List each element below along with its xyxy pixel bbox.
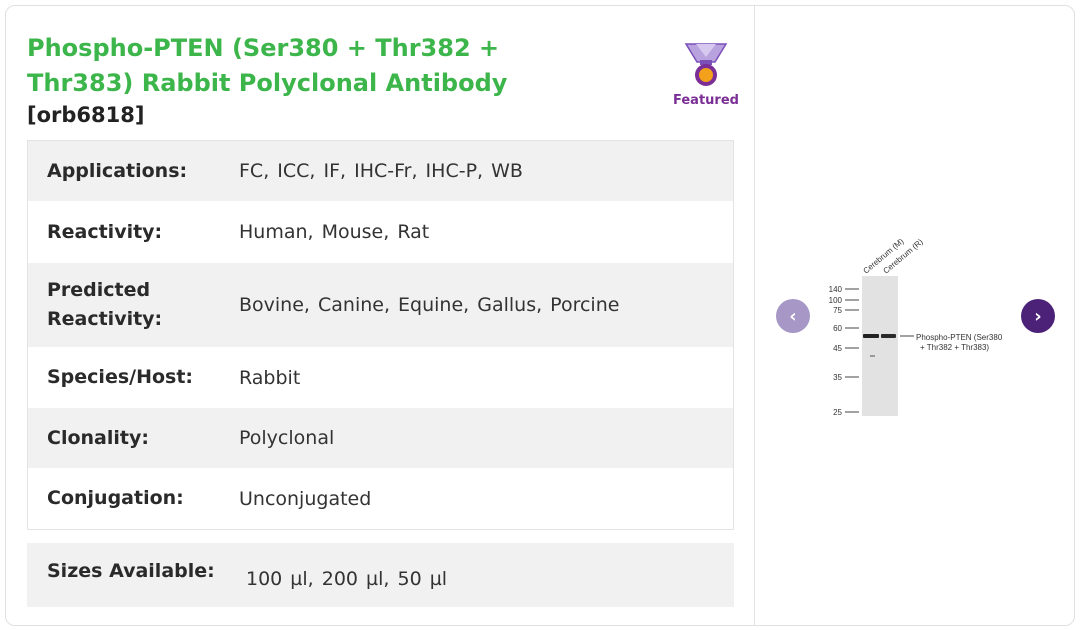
spec-row-species-host: Species/Host: Rabbit [28, 348, 733, 408]
marker-label: 45 [833, 344, 842, 353]
spec-value: Human, Mouse, Rat [239, 221, 430, 243]
marker-label: 100 [829, 296, 843, 305]
gallery-prev-button[interactable]: ‹ [776, 299, 810, 333]
spec-label: Species/Host: [47, 366, 194, 388]
spec-row-conjugation: Conjugation: Unconjugated [28, 469, 733, 529]
blot-band [881, 334, 896, 338]
spec-label: Reactivity: [47, 220, 163, 243]
blot-band-faint [870, 355, 875, 357]
blot-band [863, 334, 879, 338]
spec-value: Bovine, Canine, Equine, Gallus, Porcine [239, 294, 620, 316]
marker-label: 25 [833, 408, 842, 417]
spec-label: Applications: [47, 159, 188, 182]
blot-membrane [862, 276, 898, 416]
chevron-left-icon: ‹ [789, 305, 797, 327]
product-sku: [orb6818] [27, 103, 145, 127]
spec-value: Polyclonal [239, 427, 335, 449]
spec-row-clonality: Clonality: Polyclonal [28, 408, 733, 469]
medal-icon [684, 43, 728, 86]
spec-label: Conjugation: [47, 487, 184, 509]
spec-label: Predicted Reactivity: [47, 279, 163, 330]
marker-label: 60 [833, 324, 842, 333]
marker-label: 140 [829, 285, 843, 294]
marker-label: 75 [833, 306, 842, 315]
spec-table: Applications: FC, ICC, IF, IHC-Fr, IHC-P… [27, 140, 734, 530]
spec-row-applications: Applications: FC, ICC, IF, IHC-Fr, IHC-P… [28, 141, 733, 202]
marker-label: 35 [833, 373, 842, 382]
spec-row-predicted-reactivity: Predicted Reactivity: Bovine, Canine, Eq… [28, 263, 733, 348]
sizes-label: Sizes Available: [47, 559, 215, 582]
band-label: Phospho-PTEN (Ser380 [916, 333, 1003, 342]
sizes-available: Sizes Available: 100 µl, 200 µl, 50 µl [27, 543, 734, 607]
spec-value: Rabbit [239, 366, 301, 389]
spec-row-reactivity: Reactivity: Human, Mouse, Rat [28, 202, 733, 263]
band-label: + Thr382 + Thr383) [920, 343, 989, 352]
marker-labels: 140 100 75 60 45 35 25 [829, 285, 843, 417]
sizes-value: 100 µl, 200 µl, 50 µl [246, 568, 448, 590]
gallery-next-button[interactable]: › [1021, 299, 1055, 333]
chevron-right-icon: › [1034, 305, 1042, 327]
product-card: Phospho-PTEN (Ser380 + Thr382 + Thr383) … [5, 5, 1075, 626]
spec-label: Clonality: [47, 426, 149, 449]
spec-value: Unconjugated [239, 487, 372, 510]
gallery-divider [754, 6, 755, 625]
spec-value: FC, ICC, IF, IHC-Fr, IHC-P, WB [239, 160, 523, 182]
featured-badge: Featured [671, 42, 741, 108]
featured-label: Featured [673, 93, 739, 108]
product-title[interactable]: Phospho-PTEN (Ser380 + Thr382 + Thr383) … [27, 31, 547, 101]
western-blot-image[interactable]: Cerebrum (M) Cerebrum (R) 140 100 75 60 … [814, 228, 1014, 418]
